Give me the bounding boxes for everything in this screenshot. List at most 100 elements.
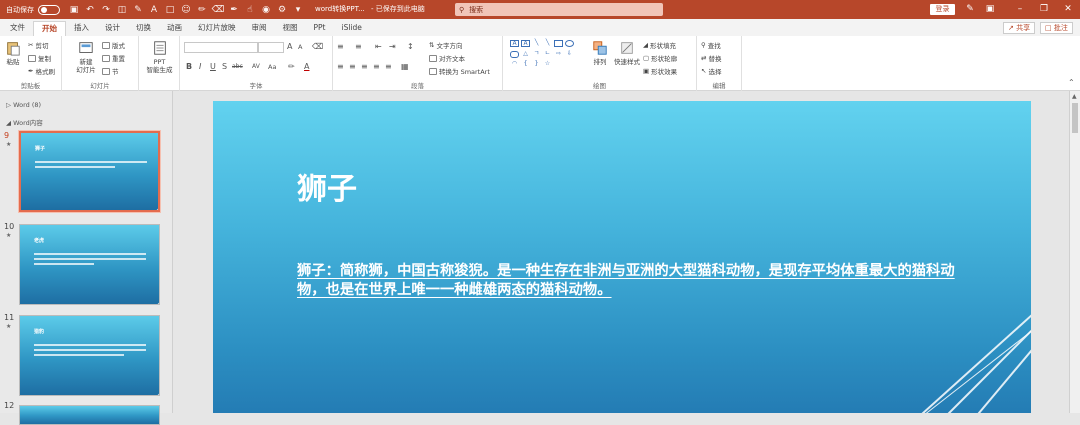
triangle-shape-icon[interactable]: △ (521, 50, 530, 58)
align-text-button[interactable]: 对齐文本 (429, 53, 465, 63)
change-case-icon[interactable]: Aa (268, 63, 276, 71)
char-spacing-icon[interactable]: AV (252, 63, 260, 70)
font-name-select[interactable] (184, 42, 258, 53)
font-color-icon[interactable]: A (148, 4, 160, 16)
arrow-down-shape-icon[interactable]: ⇩ (565, 50, 574, 58)
decrease-indent-icon[interactable]: ⇤ (375, 42, 382, 51)
replace-button[interactable]: ⇄ 替换 (701, 53, 721, 63)
section-word-content[interactable]: ◢ Word内容 (6, 117, 43, 127)
slide-thumbnail[interactable]: 狮子 (18, 130, 161, 213)
paint-icon[interactable]: ✎ (132, 4, 144, 16)
erase-icon[interactable]: ⌫ (212, 4, 225, 16)
format-painter-button[interactable]: ✒ 格式刷 (28, 66, 55, 76)
columns-icon[interactable]: ▦ (401, 62, 409, 71)
tab-ppt[interactable]: PPt (306, 21, 334, 36)
close-icon[interactable]: ✕ (1060, 2, 1076, 17)
shape-outline-button[interactable]: ▢ 形状轮廓 (643, 53, 677, 63)
section-word[interactable]: ▷ Word (8) (6, 101, 41, 109)
tab-insert[interactable]: 插入 (66, 21, 97, 36)
tab-home[interactable]: 开始 (33, 21, 66, 36)
font-color-button-icon[interactable]: A (304, 62, 309, 71)
textbox-v-shape-icon[interactable]: A (521, 40, 530, 47)
shapes-gallery[interactable]: A A ╲ ╲ △ ㄱ ㄴ ⇨ ⇩ ◠ { } ☆ (510, 40, 578, 70)
collapse-ribbon-icon[interactable]: ⌃ (1068, 78, 1075, 87)
new-slide-button[interactable]: 新建 幻灯片 (74, 40, 98, 74)
brace-shape-icon[interactable]: { (521, 61, 530, 68)
bold-icon[interactable]: B (186, 62, 192, 71)
paste-button[interactable]: 粘贴 (4, 40, 22, 66)
numbering-icon[interactable]: ≡ (355, 42, 362, 51)
save-icon[interactable]: ▣ (68, 4, 80, 16)
elbow-shape-icon[interactable]: ㄱ (532, 50, 541, 58)
scroll-up-icon[interactable]: ▲ (1072, 93, 1077, 100)
pen-icon[interactable]: ✒ (228, 4, 240, 16)
minimize-icon[interactable]: – (1012, 2, 1028, 17)
align-left-icon[interactable]: ≡ (337, 62, 344, 71)
select-button[interactable]: ↖ 选择 (701, 66, 721, 76)
line-shape-icon[interactable]: ╲ (532, 40, 541, 47)
settings-icon[interactable]: ⚙ (276, 4, 288, 16)
arrow-right-shape-icon[interactable]: ⇨ (554, 50, 563, 58)
font-size-increase-icon[interactable]: A (287, 42, 292, 51)
rounded-rect-shape-icon[interactable] (510, 50, 519, 58)
elbow2-shape-icon[interactable]: ㄴ (543, 50, 552, 58)
slide-body-text[interactable]: 狮子：简称狮，中国古称狻猊。是一种生存在非洲与亚洲的大型猫科动物，是现存平均体重… (297, 262, 967, 300)
font-size-select[interactable] (258, 42, 284, 53)
scroll-thumb[interactable] (1072, 103, 1078, 133)
rect-shape-icon[interactable] (554, 40, 563, 47)
reset-button[interactable]: 重置 (102, 53, 125, 63)
tab-file[interactable]: 文件 (2, 21, 33, 36)
justify-icon[interactable]: ≡ (373, 62, 380, 71)
smartart-button[interactable]: 转换为 SmartArt (429, 66, 490, 76)
autosave-toggle[interactable] (38, 4, 60, 15)
shadow-icon[interactable]: abc (232, 63, 243, 70)
freeform-shape-icon[interactable]: ◠ (510, 61, 519, 68)
slide-thumbnail[interactable]: 猎豹 (19, 315, 160, 396)
touch-icon[interactable]: ☝ (244, 4, 256, 16)
customize-icon[interactable]: ▾ (292, 4, 304, 16)
tab-slideshow[interactable]: 幻灯片放映 (190, 21, 244, 36)
oval-shape-icon[interactable] (565, 40, 574, 47)
tab-view[interactable]: 视图 (275, 21, 306, 36)
ppt-smart-generate-button[interactable]: PPT 智能生成 (143, 40, 176, 74)
font-size-decrease-icon[interactable]: A (298, 43, 302, 51)
layout-button[interactable]: 版式 (102, 40, 125, 50)
italic-icon[interactable]: I (199, 62, 201, 71)
share-button[interactable]: ↗ 共享 (1003, 22, 1036, 34)
tab-animations[interactable]: 动画 (159, 21, 190, 36)
login-button[interactable]: 登录 (930, 4, 955, 15)
tab-design[interactable]: 设计 (97, 21, 128, 36)
start-slideshow-icon[interactable]: ◫ (116, 4, 128, 16)
find-button[interactable]: ⚲ 查找 (701, 40, 721, 50)
bullets-icon[interactable]: ≡ (337, 42, 344, 51)
align-right-icon[interactable]: ≡ (361, 62, 368, 71)
copy-button[interactable]: 复制 (28, 53, 51, 63)
brace2-shape-icon[interactable]: } (532, 61, 541, 68)
arrange-button[interactable]: 排列 (590, 40, 610, 66)
shape-icon[interactable]: □ (164, 4, 176, 16)
undo-icon[interactable]: ↶ (84, 4, 96, 16)
shape-fill-button[interactable]: ◢ 形状填充 (643, 40, 676, 50)
slide-title[interactable]: 狮子 (297, 164, 357, 208)
line2-shape-icon[interactable]: ╲ (543, 40, 552, 47)
text-direction-button[interactable]: ⇅ 文字方向 (429, 40, 462, 50)
comment-button[interactable]: □ 批注 (1040, 22, 1073, 34)
tab-transitions[interactable]: 切换 (128, 21, 159, 36)
slide-thumbnail[interactable] (19, 405, 160, 425)
align-center-icon[interactable]: ≡ (349, 62, 356, 71)
underline-icon[interactable]: U (210, 62, 216, 71)
strikethrough-icon[interactable]: S (222, 62, 227, 71)
smiley-icon[interactable]: ☺ (180, 4, 192, 16)
section-button[interactable]: 节 (102, 66, 119, 76)
tab-review[interactable]: 审阅 (244, 21, 275, 36)
pen-mode-icon[interactable]: ✎ (962, 2, 978, 17)
slide-thumbnail[interactable]: 老虎 (19, 224, 160, 305)
increase-indent-icon[interactable]: ⇥ (389, 42, 396, 51)
ribbon-display-icon[interactable]: ▣ (982, 2, 998, 17)
current-slide[interactable]: 狮子 狮子：简称狮，中国古称狻猊。是一种生存在非洲与亚洲的大型猫科动物，是现存平… (213, 101, 1031, 413)
shape-effects-button[interactable]: ▣ 形状效果 (643, 66, 677, 76)
restore-icon[interactable]: ❐ (1036, 2, 1052, 17)
quick-styles-button[interactable]: 快速样式 (613, 40, 641, 66)
highlight-icon[interactable]: ✏ (288, 62, 295, 71)
textbox-shape-icon[interactable]: A (510, 40, 519, 47)
